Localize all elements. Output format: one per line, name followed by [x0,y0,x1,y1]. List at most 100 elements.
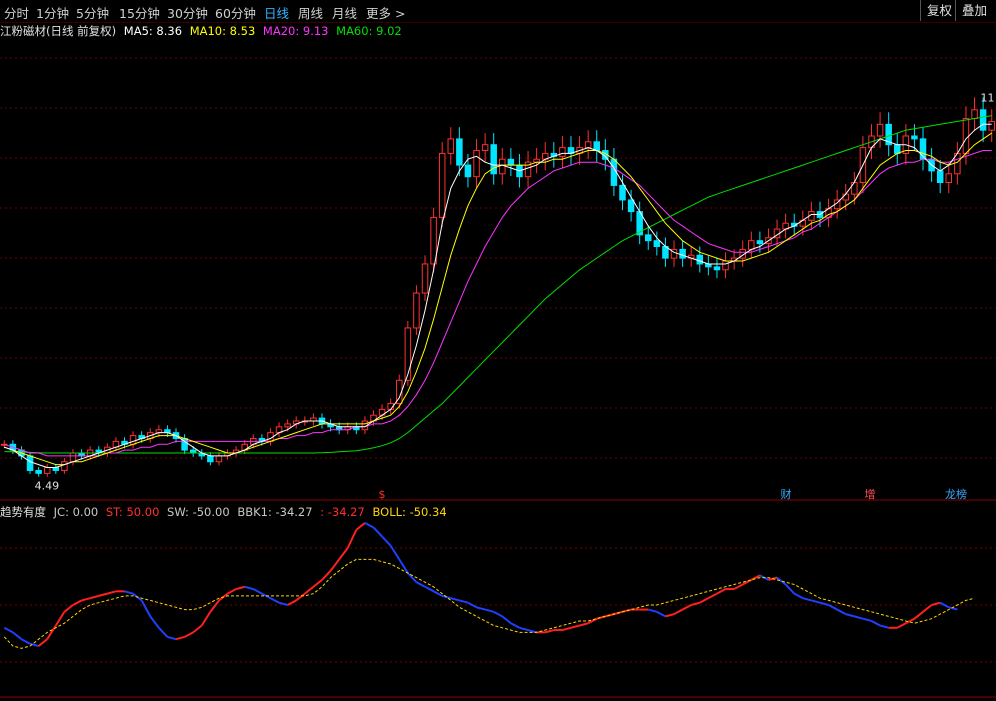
st-segment [896,622,907,629]
candle-up [275,426,283,434]
candle-down [516,164,523,178]
ma10-line [4,132,992,466]
candle-up [421,263,429,294]
candle-up [284,423,291,428]
st-segment [605,613,615,618]
st-segment [441,594,452,600]
overlay-button[interactable]: 叠加 [955,0,993,21]
st-segment [467,601,478,609]
ma60-line [4,115,992,454]
st-segment [879,624,889,629]
candle-down [653,240,661,248]
candle-up [687,254,695,259]
st-segment [209,599,220,613]
st-segment [648,608,658,613]
period-toolbar: 分时 1分钟 5分钟 15分钟 30分钟 60分钟 日线 周线 月线 更多 > … [0,0,996,23]
bbk1-value-label: : -34.27 [320,505,365,519]
candle-down [602,150,609,160]
st-segment [424,585,435,593]
st-segment [278,601,288,606]
candle-down [164,429,171,434]
candle-up [954,152,961,175]
boll-label: BOLL: -50.34 [372,505,447,519]
st-segment [364,522,374,529]
st-segment [699,597,709,604]
st-segment [476,606,486,611]
candle-up [541,152,549,160]
st-segment [733,583,744,590]
st-segment [218,592,229,602]
candle-down [679,248,686,259]
tab-daily[interactable]: 日线 [264,3,289,22]
st-segment [742,579,752,586]
st-segment [312,579,323,588]
st-segment [407,572,418,583]
candle-up [842,193,849,201]
st-label: ST: 50.00 [105,505,160,519]
candle-down [619,184,626,201]
st-segment [235,585,245,591]
st-segment [372,526,383,538]
tab-30min[interactable]: 30分钟 [167,3,208,22]
candle-up [481,144,489,152]
st-segment [570,624,580,629]
tab-timeshare[interactable]: 分时 [4,3,29,22]
tab-monthly[interactable]: 月线 [332,3,357,22]
st-segment [98,592,108,597]
st-segment [931,601,941,606]
candle-down [610,158,618,186]
candle-up [876,123,884,137]
tab-60min[interactable]: 60分钟 [215,3,256,22]
boll-line [3,558,975,649]
candle-up [310,417,317,422]
candle-down [636,211,643,236]
candle-up [250,437,257,445]
st-segment [158,627,169,638]
st-segment [227,588,237,595]
candle-up [430,216,437,265]
adjust-button[interactable]: 复权 [920,0,958,21]
st-segment [167,635,177,641]
candle-up [387,403,394,410]
candle-down [9,443,17,451]
tab-15min[interactable]: 15分钟 [119,3,160,22]
kline-chart[interactable]: 4.49 11 $ 财 增 龙榜 [0,0,996,701]
candle-up [670,248,678,259]
ma20-label: MA20: 9.13 [262,24,329,38]
candle-up [833,199,841,210]
ma60-label: MA60: 9.02 [336,24,402,38]
event-marker-2: 增 [865,487,876,501]
tab-weekly[interactable]: 周线 [298,3,323,22]
st-segment [175,635,185,641]
jc-label: JC: 0.00 [53,505,99,519]
candle-down [894,144,901,154]
candle-down [18,449,25,457]
candle-up [499,158,506,175]
candle-up [782,222,789,230]
st-segment [682,604,692,611]
st-segment [871,620,881,627]
st-segment [510,622,520,629]
candle-down [911,135,918,140]
candle-up [301,420,309,423]
tab-5min[interactable]: 5分钟 [76,3,109,22]
ma20-line [4,150,992,457]
candle-up [232,449,240,454]
st-segment [192,624,203,634]
candle-down [258,437,266,442]
candle-up [971,109,978,120]
candle-down [705,263,712,268]
st-segment [811,599,821,604]
candle-up [344,426,351,431]
st-segment [776,576,787,586]
st-segment [707,592,718,600]
candle-down [550,152,558,157]
tab-1min[interactable]: 1分钟 [36,3,69,22]
candle-down [885,123,892,146]
st-segment [72,599,83,606]
st-segment [89,594,99,600]
candle-up [241,443,248,451]
candle-down [78,452,85,457]
candle-down [928,158,935,172]
tab-more[interactable]: 更多 > [366,3,405,22]
